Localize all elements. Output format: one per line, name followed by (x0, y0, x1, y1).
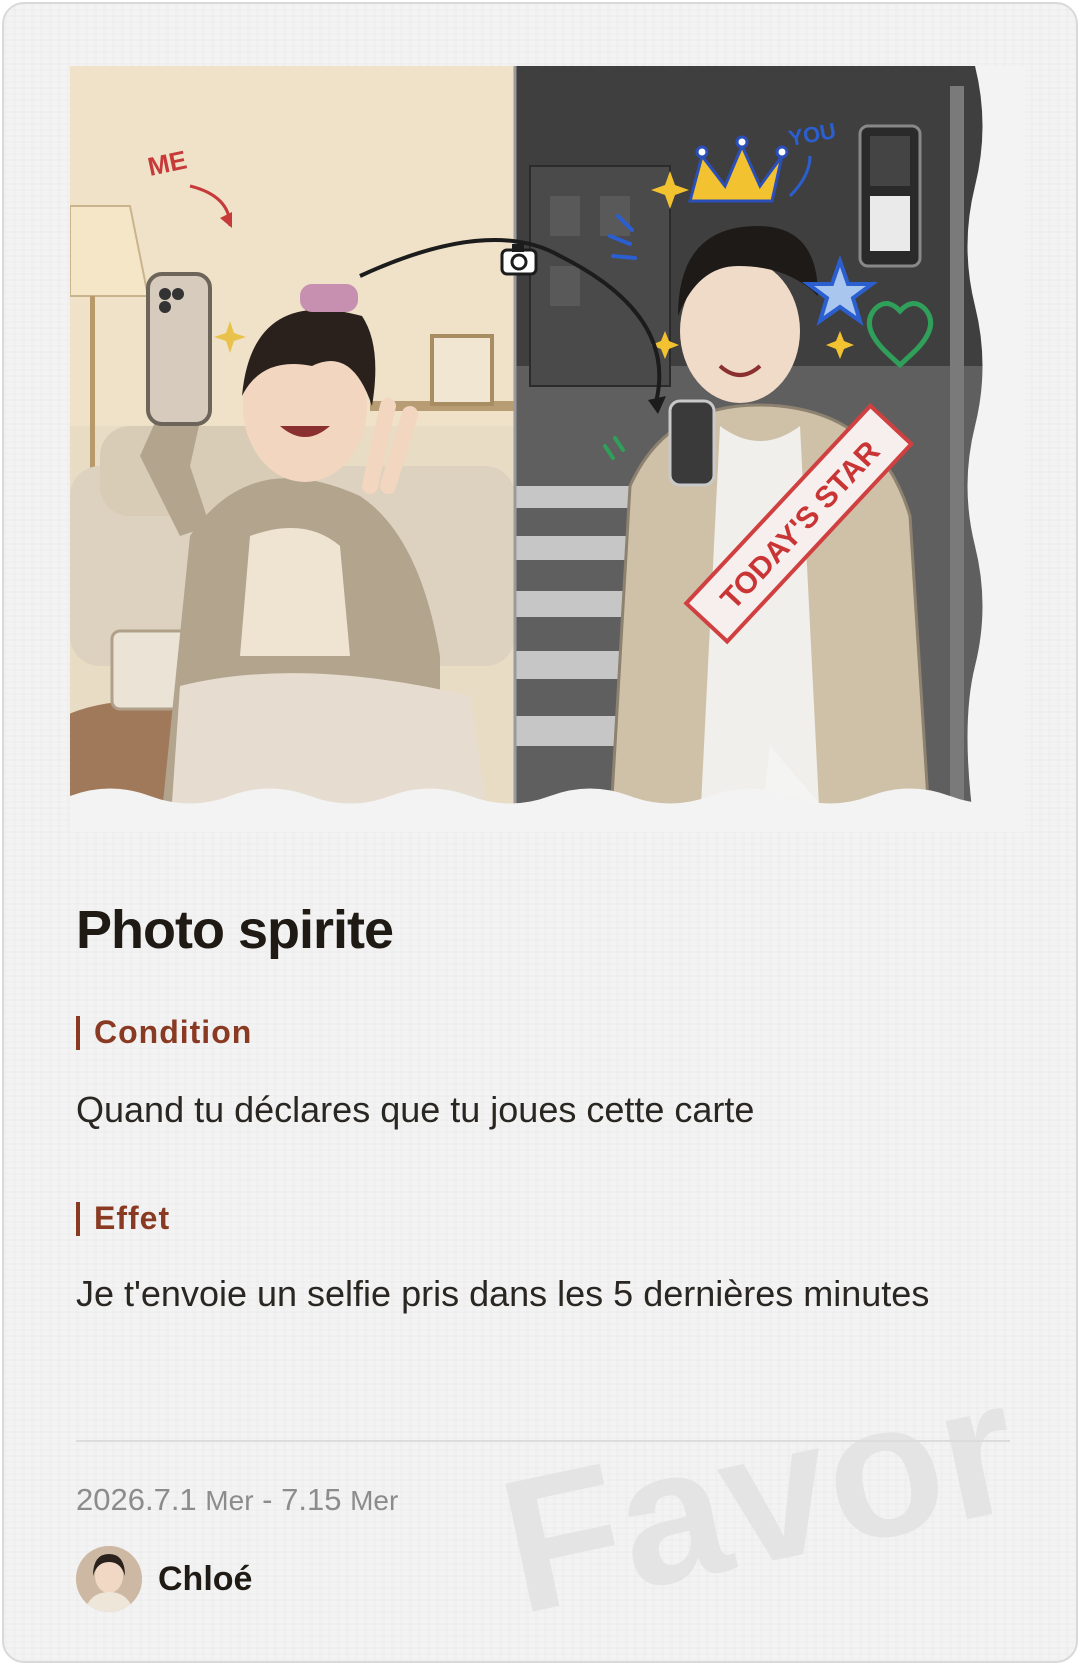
date-range: 2026.7.1 Mer - 7.15 Mer (76, 1482, 398, 1518)
effect-label-text: Effet (94, 1200, 171, 1236)
card-title: Photo spirite (76, 900, 394, 960)
effect-label: Effet (76, 1200, 170, 1237)
camera-icon (500, 244, 538, 276)
favor-card[interactable]: Favor ME TODAY'S STAR YOU Photo spirite … (2, 2, 1078, 1663)
author-name: Chloé (158, 1559, 253, 1598)
avatar[interactable] (76, 1546, 142, 1612)
end-date: 7.15 (281, 1482, 342, 1517)
condition-accent-bar (76, 1015, 80, 1050)
effect-text: Je t'envoie un selfie pris dans les 5 de… (76, 1273, 930, 1314)
end-day: Mer (350, 1485, 399, 1516)
start-date: 2026.7.1 (76, 1482, 197, 1517)
watermark-text: Favor (484, 1339, 1035, 1655)
card-illustration: ME TODAY'S STAR YOU (70, 66, 1025, 832)
condition-label: Condition (76, 1014, 252, 1051)
condition-text: Quand tu déclares que tu joues cette car… (76, 1089, 755, 1130)
author[interactable]: Chloé (76, 1546, 252, 1612)
divider (76, 1440, 1010, 1442)
start-day: Mer (205, 1485, 254, 1516)
date-separator: - (253, 1482, 282, 1517)
condition-label-text: Condition (94, 1014, 253, 1050)
effect-accent-bar (76, 1201, 80, 1236)
